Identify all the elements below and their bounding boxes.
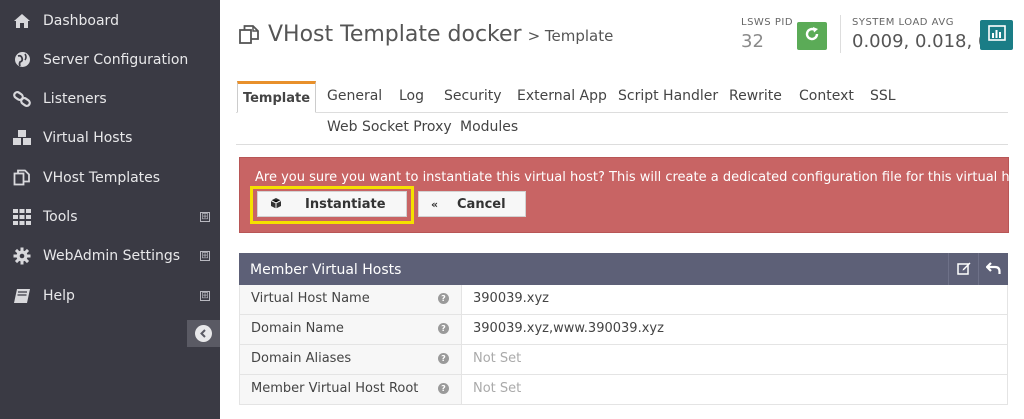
link-icon [12, 89, 32, 109]
table-row: Virtual Host Name ? 390039.xyz [239, 285, 1008, 315]
globe-icon [12, 50, 32, 70]
home-icon [12, 11, 32, 31]
copy-icon [12, 168, 32, 188]
restart-button[interactable] [797, 22, 827, 50]
load-avg-label: SYSTEM LOAD AVG [852, 17, 954, 28]
sidebar-item-label: Virtual Hosts [43, 129, 133, 146]
instantiate-button[interactable]: Instantiate [257, 191, 407, 217]
cancel-label: Cancel [457, 196, 506, 212]
back-button[interactable] [978, 253, 1008, 285]
tab-rewrite[interactable]: Rewrite [729, 88, 782, 104]
help-icon[interactable]: ? [438, 353, 449, 364]
sidebar-item-tools[interactable]: Tools ⊞ [0, 197, 220, 236]
table-row: Domain Aliases ? Not Set [239, 345, 1008, 375]
sidebar-item-label: Listeners [43, 90, 107, 107]
confirm-alert: Are you sure you want to instantiate thi… [239, 157, 1024, 233]
cubes-icon [12, 128, 32, 148]
double-left-icon: « [431, 197, 439, 211]
tab-security[interactable]: Security [444, 88, 502, 104]
page-title: VHost Template docker > Template [238, 22, 613, 47]
page-subtitle: > Template [527, 27, 614, 45]
sidebar-item-webadmin-settings[interactable]: WebAdmin Settings ⊞ [0, 236, 220, 275]
pid-label: LSWS PID [741, 17, 794, 28]
cube-icon [270, 197, 282, 212]
edit-icon [956, 260, 971, 279]
row-value: Not Set [473, 381, 522, 396]
instantiate-label: Instantiate [305, 196, 386, 212]
copy-icon [238, 24, 260, 46]
tabs-divider [236, 144, 1008, 145]
expand-icon[interactable]: ⊞ [200, 290, 210, 301]
help-icon[interactable]: ? [438, 323, 449, 334]
help-icon[interactable]: ? [438, 383, 449, 394]
table-row: Member Virtual Host Root ? Not Set [239, 375, 1008, 405]
tab-web-socket-proxy[interactable]: Web Socket Proxy [327, 119, 452, 135]
sidebar-item-label: Help [43, 287, 75, 304]
sidebar: Dashboard Server Configuration Listeners… [0, 0, 220, 419]
expand-icon[interactable]: ⊞ [200, 211, 210, 222]
tab-general[interactable]: General [327, 88, 382, 104]
row-label: Domain Name [240, 315, 462, 344]
tab-context[interactable]: Context [799, 88, 854, 104]
bar-chart-icon [987, 25, 1006, 45]
tab-external-app[interactable]: External App [517, 88, 607, 104]
sidebar-item-label: WebAdmin Settings [43, 247, 181, 264]
table-row: Domain Name ? 390039.xyz,www.390039.xyz [239, 315, 1008, 345]
real-time-stats-button[interactable] [980, 20, 1013, 50]
tab-log[interactable]: Log [399, 88, 424, 104]
pid-value: 32 [741, 31, 764, 52]
book-icon [12, 286, 32, 306]
tab-modules[interactable]: Modules [460, 119, 518, 135]
sidebar-item-server-configuration[interactable]: Server Configuration [0, 40, 220, 79]
alert-message: Are you sure you want to instantiate thi… [255, 170, 1024, 185]
panel-header: Member Virtual Hosts [239, 253, 1008, 285]
sidebar-collapse-button[interactable] [187, 320, 220, 347]
load-avg-value: 0.009, 0.018, 0 [852, 31, 990, 52]
row-value: Not Set [473, 351, 522, 366]
tab-script-handler[interactable]: Script Handler [618, 88, 718, 104]
cancel-button[interactable]: « Cancel [418, 191, 526, 217]
sidebar-item-vhost-templates[interactable]: VHost Templates [0, 158, 220, 197]
sidebar-item-help[interactable]: Help ⊞ [0, 276, 220, 315]
header-divider [840, 15, 841, 53]
sidebar-item-label: Server Configuration [43, 51, 189, 68]
panel-title: Member Virtual Hosts [250, 262, 402, 278]
sidebar-item-listeners[interactable]: Listeners [0, 79, 220, 118]
sidebar-item-label: Tools [43, 208, 78, 225]
edit-button[interactable] [948, 253, 978, 285]
help-icon[interactable]: ? [438, 293, 449, 304]
sidebar-item-virtual-hosts[interactable]: Virtual Hosts [0, 118, 220, 157]
row-label: Domain Aliases [240, 345, 462, 374]
row-value: 390039.xyz,www.390039.xyz [473, 321, 664, 336]
sidebar-item-label: Dashboard [43, 12, 119, 29]
arrow-left-icon [195, 325, 212, 342]
page-title-main: VHost Template docker [268, 22, 522, 47]
tab-template[interactable]: Template [237, 81, 316, 113]
row-label: Member Virtual Host Root [240, 375, 462, 404]
gear-icon [12, 246, 32, 266]
undo-icon [985, 260, 1001, 279]
sidebar-item-dashboard[interactable]: Dashboard [0, 1, 220, 40]
grid-icon [12, 207, 32, 227]
tab-ssl[interactable]: SSL [870, 88, 896, 104]
tabs-divider [236, 112, 1008, 113]
expand-icon[interactable]: ⊞ [200, 250, 210, 261]
refresh-icon [804, 26, 820, 46]
row-label: Virtual Host Name [240, 285, 462, 314]
row-value: 390039.xyz [473, 291, 549, 306]
sidebar-item-label: VHost Templates [43, 169, 161, 186]
